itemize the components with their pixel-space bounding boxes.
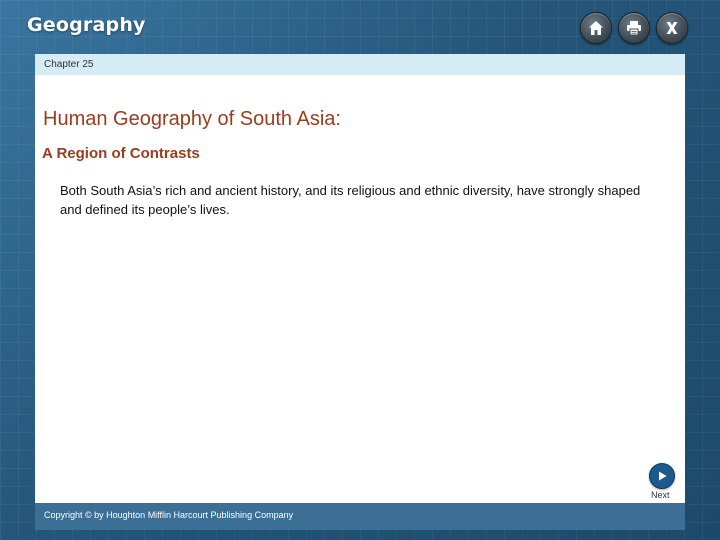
app-title: Geography (27, 14, 146, 36)
toolbar (580, 12, 688, 44)
next-button[interactable] (649, 463, 675, 489)
printer-icon (627, 21, 641, 36)
next-label[interactable]: Next (651, 490, 670, 500)
play-arrow-icon (659, 471, 667, 481)
page-subtitle: A Region of Contrasts (42, 145, 200, 162)
chapter-bar: Chapter 25 (35, 54, 685, 75)
close-button[interactable] (656, 12, 688, 44)
close-icon (666, 22, 678, 34)
slide-content: Human Geography of South Asia: A Region … (35, 75, 685, 503)
print-button[interactable] (618, 12, 650, 44)
body-text: Both South Asia’s rich and ancient histo… (60, 183, 641, 217)
home-button[interactable] (580, 12, 612, 44)
copyright-text: Copyright © by Houghton Mifflin Harcourt… (44, 510, 294, 520)
chapter-label: Chapter 25 (44, 59, 94, 70)
footer-bar: Copyright © by Houghton Mifflin Harcourt… (35, 503, 685, 530)
page-title: Human Geography of South Asia: (43, 108, 341, 130)
home-icon (589, 21, 603, 35)
